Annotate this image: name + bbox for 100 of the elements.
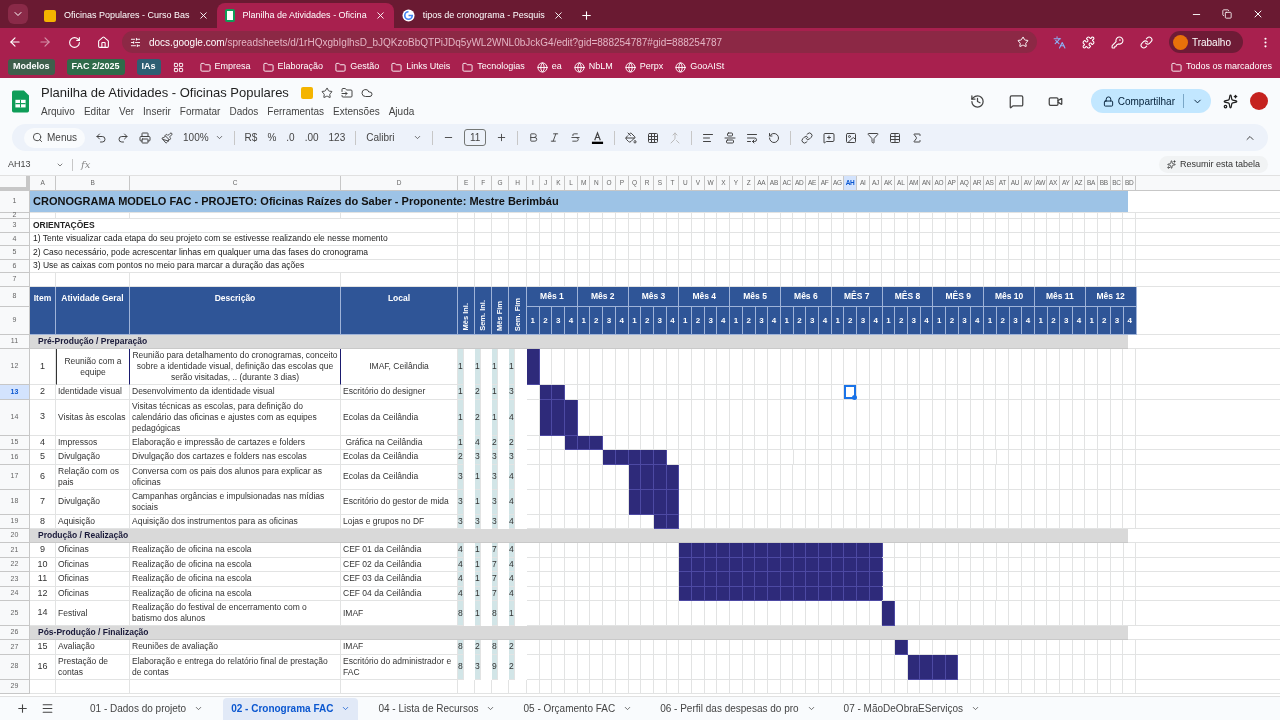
table-cell: 8 xyxy=(458,654,464,680)
browser-tab[interactable]: Oficinas Populares - Curso Bas xyxy=(36,3,217,28)
decrease-decimals-button[interactable]: .0 xyxy=(286,130,295,145)
currency-button[interactable]: R$ xyxy=(244,130,258,145)
table-cell: 2 xyxy=(475,385,481,400)
formula-label: fx xyxy=(81,158,91,172)
month-header: Mês 1 xyxy=(527,287,578,307)
table-cell: Reunião para detalhamento do cronogramas, conceito sobre a identidade visual, definição das escolas que serão visitadas, .. (durante 3 dias) xyxy=(130,349,341,385)
table-cell: 4 xyxy=(458,557,464,572)
table-cell: 3 xyxy=(458,489,464,515)
table-cell: 3 xyxy=(475,514,481,529)
menu-item[interactable]: Ver xyxy=(119,104,135,120)
table-cell: 8 xyxy=(458,640,464,655)
table-cell: 15 xyxy=(30,640,56,655)
summarize-button[interactable]: Resumir esta tabela xyxy=(1158,156,1268,173)
bookmark-link[interactable]: Links Uteis xyxy=(406,60,451,74)
bookmark-link[interactable]: Gestão xyxy=(350,60,380,74)
instruction-text: ORIENTAÇÕES xyxy=(33,218,95,232)
week-header: 1 xyxy=(730,307,743,335)
table-cell: 2 xyxy=(475,640,481,655)
table-cell: IMAF xyxy=(341,640,458,655)
name-box[interactable]: AH13 xyxy=(8,157,64,172)
menu-item[interactable]: Inserir xyxy=(143,104,171,120)
table-cell: 2 xyxy=(509,640,515,655)
table-cell: 2 xyxy=(492,435,498,450)
table-cell: 1 xyxy=(492,385,498,400)
bookmark-link[interactable]: GooAISt xyxy=(690,60,725,74)
zoom-select[interactable]: 100% xyxy=(183,130,209,145)
url-text: docs.google.com/spreadsheets/d/1rHQxgbIglhsD_bJQKzoBbQTPiJDq5yWL2WNL0bJckG4/edit?gid=888254787#gid=888254787 xyxy=(149,35,724,50)
sheet-tab[interactable]: 01 - Dados do projeto xyxy=(82,697,212,720)
table-cell: 1 xyxy=(475,489,481,515)
sheet-tab[interactable]: 02 - Cronograma FAC xyxy=(223,697,359,720)
bookmark-link[interactable]: Empresa xyxy=(214,60,251,74)
table-cell: 9 xyxy=(30,543,56,558)
table-cell: 1 xyxy=(475,557,481,572)
month-header: Mês 3 xyxy=(628,287,680,307)
week-header: 4 xyxy=(819,307,832,335)
percent-button[interactable]: % xyxy=(267,130,277,145)
sheet-tab[interactable]: 05 - Orçamento FAC xyxy=(515,697,641,720)
table-cell: 3 xyxy=(475,654,481,680)
table-cell: 1 xyxy=(509,601,515,626)
table-cell: 11 xyxy=(30,572,56,587)
bookmark-link[interactable]: Elaboração xyxy=(277,60,324,74)
table-cell: 7 xyxy=(492,543,498,558)
table-cell: Oficinas xyxy=(56,557,130,572)
table-cell: 4 xyxy=(509,557,515,572)
table-cell: 1 xyxy=(475,586,481,601)
bookmark-link[interactable]: NbLM xyxy=(588,60,613,74)
table-cell: 3 xyxy=(458,464,464,490)
table-cell: Divulgação dos cartazes e folders nas escolas xyxy=(130,450,341,465)
bookmark-chip[interactable]: IAs xyxy=(136,59,161,75)
bookmark-link[interactable]: ea xyxy=(551,60,562,74)
table-cell: 2 xyxy=(475,399,481,436)
menu-item[interactable]: Ferramentas xyxy=(267,104,324,120)
more-formats-button[interactable]: 123 xyxy=(328,130,346,145)
month-header: MÊS 9 xyxy=(933,287,985,307)
table-cell: Divulgação xyxy=(56,489,130,515)
sheet-tab[interactable]: 07 - MãoDeObraEServiços xyxy=(835,697,989,720)
bookmark-link[interactable]: Perpx xyxy=(639,60,664,74)
menu-item[interactable]: Extensões xyxy=(333,104,380,120)
table-cell: 3 xyxy=(458,514,464,529)
table-cell: 4 xyxy=(509,489,515,515)
menu-item[interactable]: Editar xyxy=(83,104,111,120)
bookmark-chip[interactable]: Modelos xyxy=(8,59,55,75)
week-header: 1 xyxy=(933,307,947,335)
menu-item[interactable]: Ajuda xyxy=(388,104,415,120)
column-header: Descrição xyxy=(130,287,341,335)
table-cell: Reunião com a equipe xyxy=(56,349,130,385)
week-header: 4 xyxy=(717,307,731,335)
table-cell: 7 xyxy=(492,557,498,572)
table-cell: Realização de oficina na escola xyxy=(130,543,341,558)
week-header: 3 xyxy=(603,307,616,335)
menu-search-field[interactable]: Menus xyxy=(24,127,85,148)
table-cell: Oficinas xyxy=(56,543,130,558)
bookmark-chip[interactable]: FAC 2/2025 xyxy=(66,59,125,75)
font-size-field[interactable]: 11 xyxy=(464,129,487,146)
bookmark-link[interactable]: Tecnologias xyxy=(477,60,525,74)
browser-tab[interactable]: Planilha de Atividades - Oficina xyxy=(216,3,394,28)
bookmark-link[interactable]: Todos os marcadores xyxy=(1185,60,1272,74)
menu-item[interactable]: Dados xyxy=(229,104,259,120)
table-cell: Elaboração e impressão de cartazes e folders xyxy=(130,435,341,450)
document-title[interactable]: Planilha de Atividades - Oficinas Populares xyxy=(41,82,289,103)
table-cell: 2 xyxy=(458,450,464,465)
sheet-tab[interactable]: 06 - Perfil das despesas do pro xyxy=(652,697,824,720)
table-cell: Oficinas xyxy=(56,572,130,587)
month-header: Mês 10 xyxy=(984,287,1035,307)
menu-item[interactable]: Arquivo xyxy=(41,104,75,120)
week-header: 3 xyxy=(1111,307,1124,335)
font-select[interactable]: Calibri xyxy=(366,130,423,145)
menu-item[interactable]: Formatar xyxy=(179,104,221,120)
table-cell: 4 xyxy=(475,435,481,450)
browser-tab[interactable]: tipos de cronograma - Pesquis xyxy=(393,3,572,28)
share-button[interactable]: Compartilhar xyxy=(1090,89,1211,113)
profile-button[interactable]: Trabalho xyxy=(1168,31,1243,53)
increase-decimals-button[interactable]: .00 xyxy=(304,130,319,145)
week-header: 3 xyxy=(1060,307,1074,335)
week-header: 2 xyxy=(590,307,604,335)
address-bar[interactable]: docs.google.com/spreadsheets/d/1rHQxgbIglhsD_bJQKzoBbQTPiJDq5yWL2WNL0bJckG4/edit?gid=888254787#gid=888254787 xyxy=(122,31,1037,53)
sheet-tab[interactable]: 04 - Lista de Recursos xyxy=(370,697,504,720)
table-cell: Ecolas da Ceilândia xyxy=(341,450,458,465)
